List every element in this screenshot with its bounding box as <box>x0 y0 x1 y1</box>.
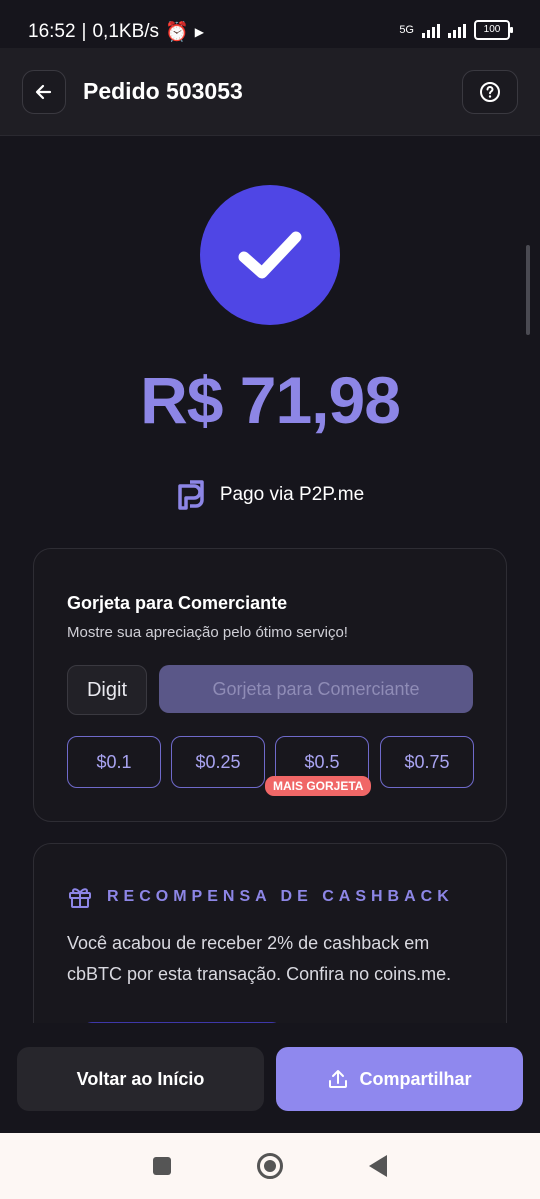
gift-icon <box>69 888 91 908</box>
status-right: 5G 100 <box>399 20 513 40</box>
cashback-title: RECOMPENSA DE CASHBACK <box>107 888 454 905</box>
scrollbar[interactable] <box>526 245 530 335</box>
payment-amount: R$ 71,98 <box>140 363 401 437</box>
tip-option-1[interactable]: $0.1 <box>67 736 161 788</box>
tip-option-2[interactable]: $0.25 <box>171 736 265 788</box>
signal-icon-2 <box>448 22 466 38</box>
home-button[interactable]: Voltar ao Início <box>17 1047 264 1111</box>
battery-level: 100 <box>483 24 501 35</box>
question-circle-icon <box>480 82 500 102</box>
share-icon <box>329 1070 348 1088</box>
home-icon[interactable] <box>257 1153 283 1179</box>
share-label: Compartilhar <box>359 1068 472 1089</box>
more-tip-badge: MAIS GORJETA <box>265 776 372 796</box>
battery-icon: 100 <box>474 20 513 40</box>
page-title: Pedido 503053 <box>83 78 243 104</box>
back-triangle-icon[interactable] <box>369 1155 387 1177</box>
signal-icon <box>422 22 440 38</box>
p2p-logo-icon <box>178 480 204 510</box>
tip-subtitle: Mostre sua apreciação pelo ótimo serviço… <box>67 624 348 641</box>
paid-via-text: Pago via P2P.me <box>219 484 365 505</box>
bottom-actions: Voltar ao Início Compartilhar <box>0 1023 540 1133</box>
status-bar: 16:52 | 0,1KB/s ⏰ ▶ 5G 100 <box>0 0 540 48</box>
tip-option-4[interactable]: $0.75 <box>380 736 474 788</box>
tip-digit-input[interactable]: Digit <box>67 665 147 715</box>
success-badge <box>200 185 340 325</box>
play-icon: ▶ <box>194 25 204 39</box>
status-time: 16:52 <box>28 21 76 42</box>
tip-card: Gorjeta para Comerciante Mostre sua apre… <box>33 548 507 822</box>
app-header: Pedido 503053 <box>0 48 540 136</box>
tip-submit-button[interactable]: Gorjeta para Comerciante <box>159 665 473 713</box>
alarm-icon: ⏰ <box>165 22 189 43</box>
system-nav-bar <box>0 1133 540 1199</box>
tip-title: Gorjeta para Comerciante <box>67 593 288 613</box>
back-button[interactable] <box>22 70 66 114</box>
cashback-header: RECOMPENSA DE CASHBACK <box>67 884 454 910</box>
recents-icon[interactable] <box>153 1157 171 1175</box>
check-icon <box>238 231 302 279</box>
arrow-left-icon <box>35 84 52 100</box>
status-left: 16:52 | 0,1KB/s ⏰ ▶ <box>28 21 204 43</box>
share-button[interactable]: Compartilhar <box>276 1047 523 1111</box>
cashback-text: Você acabou de receber 2% de cashback em… <box>67 933 452 984</box>
paid-via: Pago via P2P.me <box>0 478 540 512</box>
help-button[interactable] <box>462 70 518 114</box>
network-label: 5G <box>399 24 414 36</box>
status-speed: 0,1KB/s <box>92 21 160 42</box>
